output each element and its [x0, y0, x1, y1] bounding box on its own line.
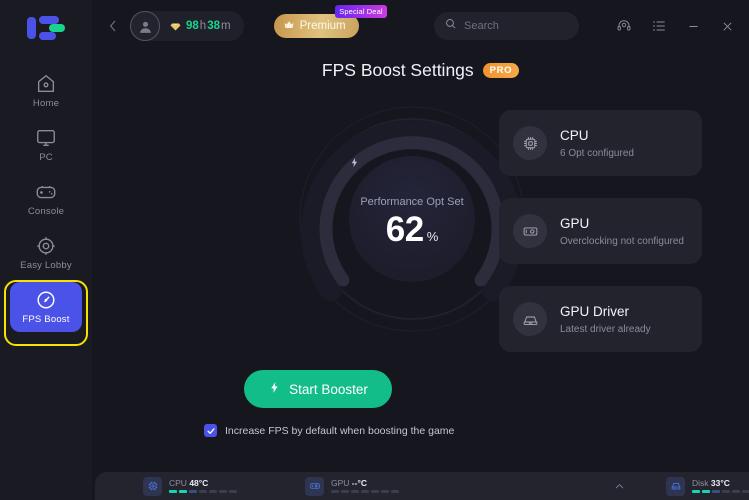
- gauge-center: Performance Opt Set 62 %: [349, 156, 475, 282]
- sidebar-item-label: FPS Boost: [22, 314, 70, 326]
- premium-label: Premium: [299, 20, 346, 32]
- monitor-icon: [35, 127, 57, 149]
- sidebar-item-console[interactable]: Console: [10, 174, 82, 224]
- list-icon[interactable]: [651, 18, 667, 34]
- status-cpu[interactable]: CPU 48°C: [143, 476, 239, 496]
- app-logo: [25, 14, 67, 44]
- status-disk[interactable]: Disk 33°C: [666, 476, 749, 496]
- status-name: Disk: [692, 477, 709, 488]
- home-icon: [35, 73, 57, 95]
- start-booster-button[interactable]: Start Booster: [244, 370, 392, 408]
- card-title: GPU Driver: [560, 304, 630, 320]
- increase-fps-label: Increase FPS by default when boosting th…: [225, 424, 455, 437]
- status-bars: [169, 490, 239, 494]
- gauge-label: Performance Opt Set: [360, 196, 464, 208]
- main-content: FPS Boost Settings PRO Performance Opt S…: [92, 52, 749, 472]
- sidebar: Home PC Console Easy Lobby FPS Boost: [0, 0, 92, 500]
- back-button[interactable]: [102, 15, 124, 37]
- status-value: 48°C: [189, 477, 209, 488]
- gauge-unit: %: [426, 229, 439, 244]
- sidebar-item-easy-lobby[interactable]: Easy Lobby: [10, 228, 82, 278]
- status-name: CPU: [169, 477, 187, 488]
- app-window: Home PC Console Easy Lobby FPS Boost 98h…: [0, 0, 749, 500]
- crosshair-icon: [35, 235, 57, 257]
- card-gpu-driver[interactable]: GPU Driver Latest driver already: [499, 286, 702, 352]
- status-body: Disk 33°C: [692, 479, 749, 494]
- playtime-remaining: 98h38m: [186, 20, 232, 32]
- status-value: --°C: [351, 477, 367, 488]
- playtime-hours-unit: h: [199, 20, 207, 32]
- gamepad-icon: [35, 181, 57, 203]
- user-chip[interactable]: 98h38m: [130, 11, 244, 41]
- sidebar-item-label: Home: [32, 98, 60, 110]
- card-title: GPU: [560, 216, 590, 232]
- search-icon: [444, 17, 457, 35]
- sidebar-item-home[interactable]: Home: [10, 66, 82, 116]
- disk-icon: [666, 476, 685, 496]
- page-title-row: FPS Boost Settings PRO: [92, 60, 749, 81]
- window-controls: [597, 18, 735, 34]
- gauge-value: 62 %: [386, 212, 439, 247]
- pro-badge[interactable]: PRO: [482, 63, 520, 78]
- card-text: GPU Overclocking not configured: [560, 215, 684, 247]
- card-text: GPU Driver Latest driver already: [560, 303, 651, 335]
- card-subtitle: Latest driver already: [560, 323, 651, 335]
- speedometer-icon: [35, 289, 57, 311]
- playtime-minutes: 38: [207, 20, 220, 32]
- close-button[interactable]: [720, 19, 735, 34]
- sidebar-item-fps-boost[interactable]: FPS Boost: [10, 282, 82, 332]
- card-title: CPU: [560, 128, 589, 144]
- playtime-minutes-unit: m: [221, 20, 231, 32]
- gpu-card-icon: [305, 476, 324, 496]
- performance-gauge: Performance Opt Set 62 %: [297, 104, 527, 334]
- sidebar-item-label: Easy Lobby: [20, 260, 72, 272]
- increase-fps-checkbox[interactable]: [204, 424, 217, 437]
- status-gpu[interactable]: GPU --°C: [305, 476, 401, 496]
- status-bars: [331, 490, 401, 494]
- chevron-up-icon[interactable]: [613, 480, 626, 493]
- status-bars: [692, 490, 749, 494]
- cpu-chip-icon: [143, 476, 162, 496]
- status-text: GPU --°C: [331, 479, 401, 488]
- sidebar-item-label: Console: [27, 206, 65, 218]
- special-deal-badge[interactable]: Special Deal: [335, 5, 387, 18]
- status-text: CPU 48°C: [169, 479, 239, 488]
- playtime-hours: 98: [186, 20, 199, 32]
- gauge-number: 62: [385, 210, 424, 249]
- avatar[interactable]: [130, 11, 160, 41]
- lightning-icon: [268, 380, 281, 398]
- start-booster-label: Start Booster: [289, 381, 368, 397]
- increase-fps-row: Increase FPS by default when boosting th…: [204, 424, 454, 437]
- search-box[interactable]: [434, 12, 579, 40]
- sidebar-item-label: PC: [39, 152, 53, 164]
- top-bar: 98h38m Premium Special Deal: [92, 0, 749, 52]
- driver-icon: [513, 302, 547, 336]
- status-body: CPU 48°C: [169, 479, 239, 494]
- status-text: Disk 33°C: [692, 479, 749, 488]
- headset-icon[interactable]: [616, 18, 632, 34]
- page-title: FPS Boost Settings: [321, 60, 474, 80]
- card-cpu[interactable]: CPU 6 Opt configured: [499, 110, 702, 176]
- status-value: 33°C: [710, 477, 730, 488]
- status-body: GPU --°C: [331, 479, 401, 494]
- sidebar-item-pc[interactable]: PC: [10, 120, 82, 170]
- card-subtitle: Overclocking not configured: [560, 235, 684, 247]
- sidebar-nav: Home PC Console Easy Lobby FPS Boost: [0, 66, 92, 336]
- settings-cards: CPU 6 Opt configured GPU Overclocking no…: [499, 110, 702, 374]
- gem-icon: [169, 20, 182, 32]
- cpu-chip-icon: [513, 126, 547, 160]
- card-text: CPU 6 Opt configured: [560, 127, 634, 159]
- card-subtitle: 6 Opt configured: [560, 147, 634, 159]
- search-input[interactable]: [464, 20, 569, 32]
- status-name: GPU: [331, 477, 350, 488]
- premium-area: Premium Special Deal: [273, 5, 387, 38]
- minimize-button[interactable]: [686, 19, 701, 34]
- gpu-card-icon: [513, 214, 547, 248]
- card-gpu[interactable]: GPU Overclocking not configured: [499, 198, 702, 264]
- crown-icon: [283, 19, 295, 34]
- status-bar: CPU 48°C GPU --°C Disk 33°C: [95, 472, 749, 500]
